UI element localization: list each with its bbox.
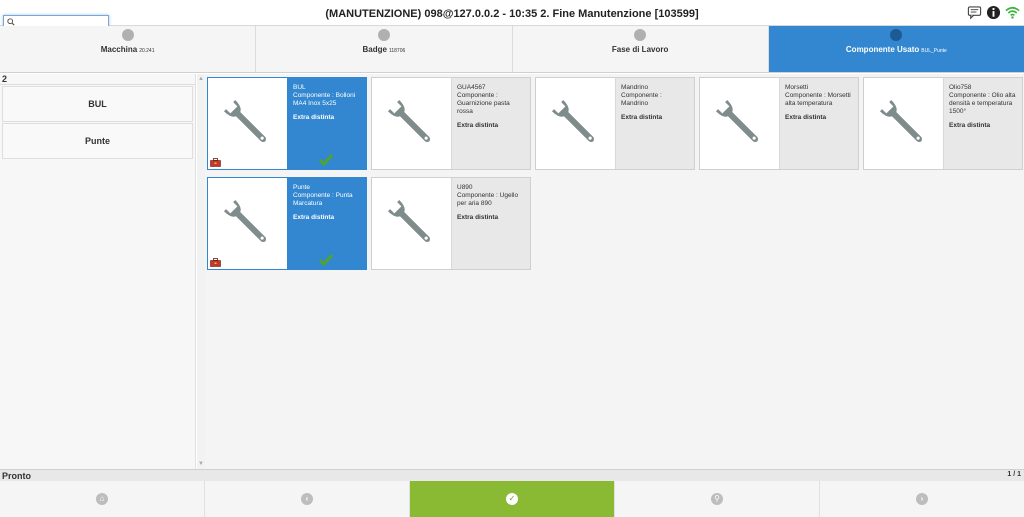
scroll-down-icon[interactable]: ▼	[198, 461, 204, 467]
card-extra: Extra distinta	[457, 214, 499, 221]
component-card[interactable]: Mandrino Componente : Mandrino Extra disti…	[535, 77, 695, 170]
toolbox-icon	[210, 258, 221, 267]
card-component: Componente : Guarnizione pasta rossa	[457, 92, 510, 115]
step-label: Componente Usato	[845, 45, 920, 54]
step-dot-icon	[377, 29, 390, 41]
step-badge[interactable]: Badge 118706	[256, 26, 513, 72]
list-item[interactable]: Punte	[2, 123, 193, 159]
toolbox-icon	[210, 158, 221, 167]
step-dot-icon	[634, 29, 647, 41]
wrench-icon	[879, 99, 922, 142]
component-card[interactable]: GUA4567 Componente : Guarnizione pasta ro…	[371, 77, 531, 170]
card-image	[208, 78, 288, 169]
card-name: Morsetti	[785, 84, 809, 91]
card-extra: Extra distinta	[293, 214, 335, 221]
status-text: Pronto	[2, 471, 31, 481]
step-label: Macchina	[100, 45, 138, 54]
card-info: U890 Componente : Ugello per aria 890 Extr…	[452, 178, 530, 269]
status-bar: Pronto 1 / 1	[0, 469, 1024, 481]
window-title: (MANUTENZIONE) 098@127.0.0.2 - 10:35 2. …	[325, 8, 699, 20]
check-icon	[319, 254, 333, 266]
page-indicator: 1 / 1	[1007, 471, 1021, 478]
card-component: Componente : Olio alta densità e tempera…	[949, 92, 1016, 115]
wrench-icon	[715, 99, 758, 142]
confirm-button[interactable]: ✓	[410, 481, 615, 517]
component-card[interactable]: U890 Componente : Ugello per aria 890 Extr…	[371, 177, 531, 270]
card-extra: Extra distinta	[785, 114, 827, 121]
card-extra: Extra distinta	[949, 122, 991, 129]
component-grid: BUL Componente : Bolloni MA4 Inox 5x25 Ext…	[205, 74, 1024, 469]
step-dot-icon	[121, 29, 134, 41]
home-button[interactable]: ⌂	[0, 481, 205, 517]
step-componente-usato[interactable]: Componente Usato BUL_Punte	[768, 26, 1024, 72]
top-bar: (MANUTENZIONE) 098@127.0.0.2 - 10:35 2. …	[0, 0, 1024, 28]
card-component: Componente : Bolloni MA4 Inox 5x25	[293, 92, 356, 107]
scrollbar[interactable]: ▲ ▼	[197, 74, 205, 469]
step-fase-di-lavoro[interactable]: Fase di Lavoro	[512, 26, 769, 72]
forward-button[interactable]: ›	[820, 481, 1024, 517]
component-card[interactable]: BUL Componente : Bolloni MA4 Inox 5x25 Ext…	[207, 77, 367, 170]
card-info: Morsetti Componente : Morsetti alta tempe…	[780, 78, 858, 169]
step-sub: 118706	[388, 48, 406, 54]
back-icon: ‹	[301, 493, 313, 505]
component-card[interactable]: Punte Componente : Punta Marcatura Extra d…	[207, 177, 367, 270]
card-image	[372, 78, 452, 169]
card-component: Componente : Punta Marcatura	[293, 192, 353, 207]
card-name: Mandrino	[621, 84, 649, 91]
card-image	[700, 78, 780, 169]
wrench-icon	[223, 99, 266, 142]
wrench-icon	[387, 99, 430, 142]
card-image	[864, 78, 944, 169]
wrench-icon	[551, 99, 594, 142]
step-label: Badge	[362, 45, 387, 54]
card-info: BUL Componente : Bolloni MA4 Inox 5x25 Ext…	[288, 78, 366, 169]
selected-count: 2	[0, 74, 195, 85]
card-extra: Extra distinta	[457, 122, 499, 129]
step-sub: 20.241	[139, 48, 155, 54]
step-sub: BUL_Punte	[921, 48, 947, 54]
card-info: GUA4567 Componente : Guarnizione pasta ro…	[452, 78, 530, 169]
component-card[interactable]: Morsetti Componente : Morsetti alta tempe…	[699, 77, 859, 170]
wifi-icon	[1005, 5, 1020, 20]
wrench-icon	[223, 199, 266, 242]
check-icon	[319, 154, 333, 166]
info-icon[interactable]	[986, 5, 1001, 20]
card-component: Componente : Mandrino	[621, 92, 662, 107]
card-name: Punte	[293, 184, 310, 191]
card-extra: Extra distinta	[621, 114, 663, 121]
search-icon: ⚲	[711, 493, 723, 505]
card-info: Olio758 Componente : Olio alta densità e …	[944, 78, 1022, 169]
step-macchina[interactable]: Macchina 20.241	[0, 26, 257, 72]
list-item[interactable]: BUL	[2, 86, 193, 122]
bottom-nav: ⌂ ‹ ✓ ⚲ ›	[0, 481, 1024, 517]
chat-icon[interactable]	[967, 5, 982, 20]
search-button[interactable]: ⚲	[615, 481, 820, 517]
back-button[interactable]: ‹	[205, 481, 410, 517]
card-component: Componente : Morsetti alta temperatura	[785, 92, 851, 107]
card-image	[536, 78, 616, 169]
card-name: Olio758	[949, 84, 972, 91]
scroll-up-icon[interactable]: ▲	[198, 76, 204, 82]
home-icon: ⌂	[96, 493, 108, 505]
step-label: Fase di Lavoro	[611, 45, 669, 54]
card-name: GUA4567	[457, 84, 486, 91]
confirm-icon: ✓	[506, 493, 518, 505]
card-component: Componente : Ugello per aria 890	[457, 192, 519, 207]
card-name: U890	[457, 184, 473, 191]
card-image	[372, 178, 452, 269]
wrench-icon	[387, 199, 430, 242]
card-extra: Extra distinta	[293, 114, 335, 121]
component-card[interactable]: Olio758 Componente : Olio alta densità e …	[863, 77, 1023, 170]
selected-list-panel: 2 BUL Punte	[0, 74, 196, 469]
card-image	[208, 178, 288, 269]
forward-icon: ›	[916, 493, 928, 505]
steps-bar: Macchina 20.241 Badge 118706 Fase di Lavor…	[0, 26, 1024, 73]
card-name: BUL	[293, 84, 306, 91]
step-dot-icon	[890, 29, 903, 41]
card-info: Mandrino Componente : Mandrino Extra disti…	[616, 78, 694, 169]
card-info: Punte Componente : Punta Marcatura Extra d…	[288, 178, 366, 269]
